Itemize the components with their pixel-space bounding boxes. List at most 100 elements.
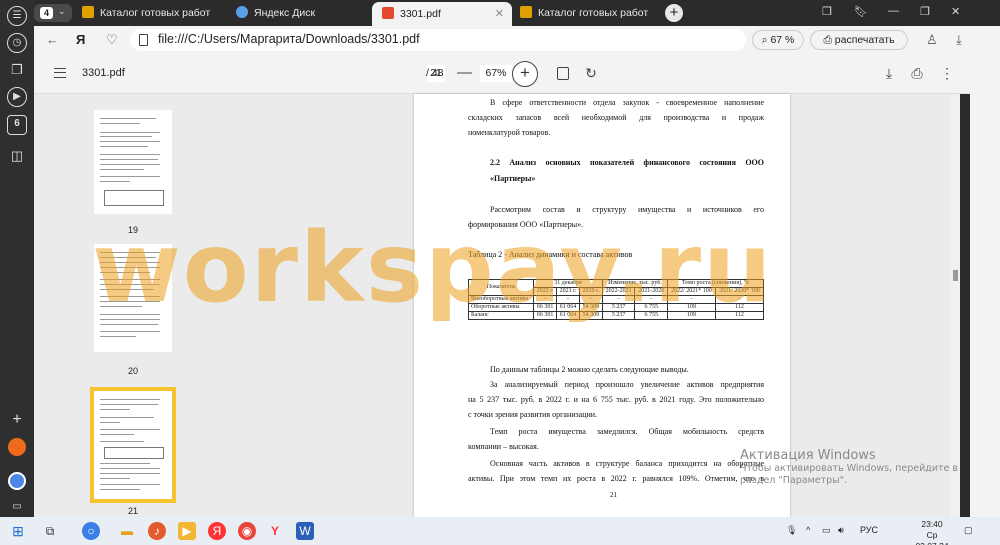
tab-count-button[interactable]: 4 ⌄: [34, 4, 72, 22]
messenger-icon[interactable]: [8, 472, 26, 490]
thumbnail-page-number: 19: [127, 225, 138, 235]
table-header: Темп роста (снижения), %: [667, 279, 764, 288]
chevron-down-icon: ⌄: [58, 6, 66, 16]
tabs-manager-icon[interactable]: ❐: [822, 5, 832, 18]
bookmark-add-icon[interactable]: ♡: [106, 32, 118, 48]
tab-catalog-1[interactable]: Каталог готовых работ: [82, 3, 222, 23]
close-window-icon[interactable]: ✕: [951, 5, 960, 18]
maximize-icon[interactable]: ❐: [920, 5, 930, 18]
table-header: 2021/ 2020* 100: [714, 287, 765, 296]
table-header: Показатель: [467, 279, 535, 296]
folder-icon[interactable]: ▬: [118, 522, 136, 540]
rotate-icon[interactable]: ↻: [582, 64, 600, 82]
screenshot-icon[interactable]: ◫: [7, 146, 27, 166]
downloads-icon[interactable]: ⤓: [956, 32, 962, 48]
paragraph-line: на 5 237 тыс. руб. в 2022 г. и на 6 755 …: [468, 395, 764, 404]
tab-pdf[interactable]: 3301.pdf ✕: [372, 2, 512, 26]
download-icon[interactable]: ⤓: [880, 64, 898, 82]
fit-page-icon[interactable]: [557, 67, 569, 80]
page-thumbnail[interactable]: [94, 110, 172, 214]
pdf-favicon: [382, 7, 394, 19]
collections-icon[interactable]: ❐: [7, 60, 27, 80]
disk-favicon: [236, 6, 248, 18]
clock-time: 23:40: [921, 519, 943, 529]
paragraph-line: с точки зрения развития организации.: [468, 410, 598, 419]
clock-date: Ср 03.07.24: [915, 530, 948, 545]
tab-count: 4: [40, 7, 53, 19]
tab-catalog-2[interactable]: Каталог готовых работ: [520, 3, 660, 23]
paragraph-line: В сфере ответственности отдела закупок -…: [490, 98, 764, 107]
print-icon[interactable]: ⎙: [908, 64, 926, 82]
zoom-chip[interactable]: ⌕ 67 %: [752, 30, 804, 50]
network-icon[interactable]: ▭: [822, 525, 831, 536]
tab-title: Каталог готовых работ: [538, 7, 649, 19]
table-header: 2020 г.: [578, 287, 603, 296]
collapse-panel-icon[interactable]: ▭: [7, 497, 27, 517]
page-thumbnail[interactable]: [94, 244, 172, 352]
volume-icon[interactable]: 🔊︎: [838, 525, 844, 536]
back-icon[interactable]: ←: [46, 32, 59, 47]
zoom-out-button[interactable]: —: [457, 64, 472, 81]
paragraph-line: Рассмотрим состав и структуру имущества …: [490, 205, 764, 214]
yandex-logo-icon[interactable]: Я: [76, 32, 85, 47]
media-icon[interactable]: ▶: [178, 522, 196, 540]
history-icon[interactable]: ◷: [7, 33, 27, 53]
yandex-app-icon[interactable]: Y: [266, 522, 284, 540]
section-heading: 2.2 Анализ основных показателей финансов…: [490, 158, 764, 167]
section-heading: «Партнеры»: [490, 174, 536, 183]
add-panel-icon[interactable]: +: [7, 410, 27, 430]
minimize-icon[interactable]: —: [888, 5, 899, 17]
windows-start-icon[interactable]: ⊞: [9, 522, 27, 540]
zoom-input[interactable]: 67%: [480, 65, 512, 82]
clock[interactable]: 23:40 Ср 03.07.24: [912, 519, 952, 545]
print-chip[interactable]: ⎙ распечатать: [810, 30, 908, 50]
bookmark-icon[interactable]: 🔖︎: [854, 5, 868, 18]
address-bar[interactable]: file:///C:/Users/Маргарита/Downloads/330…: [130, 29, 746, 51]
tab-title: Каталог готовых работ: [100, 7, 211, 19]
pdf-page: В сфере ответственности отдела закупок -…: [414, 94, 790, 517]
microphone-icon[interactable]: 🎙︎: [786, 525, 797, 536]
tab-title: 3301.pdf: [400, 8, 441, 20]
scrollbar-thumb[interactable]: [953, 270, 958, 281]
tray-expand-icon[interactable]: ^: [806, 525, 810, 535]
paragraph-line: компании – высокая.: [468, 442, 539, 451]
yandex-browser-icon[interactable]: Я: [208, 522, 226, 540]
paragraph-line: формирования ООО «Партнеры».: [468, 220, 584, 229]
close-tab-icon[interactable]: ✕: [495, 2, 504, 26]
paragraph-line: Основная часть активов в структуре балан…: [490, 459, 764, 468]
zoom-chip-value: 67 %: [770, 34, 795, 46]
app-icon[interactable]: ◉: [238, 522, 256, 540]
file-icon: [139, 34, 148, 46]
task-view-icon[interactable]: ⧉: [41, 522, 59, 540]
paragraph-line: По данным таблицы 2 можно сделать следую…: [490, 365, 689, 374]
table-header: 2022/ 2021* 100: [667, 287, 716, 296]
thumbnail-page-number: 21: [127, 506, 138, 516]
yandex-music-icon[interactable]: ♪: [148, 522, 166, 540]
menu-icon[interactable]: [54, 68, 66, 78]
language-indicator[interactable]: РУС: [860, 525, 878, 535]
alice-icon[interactable]: [8, 438, 26, 456]
yandex-menu-icon[interactable]: ☰: [7, 6, 27, 26]
zoom-in-button[interactable]: +: [512, 61, 538, 87]
table-row: Внеоборотные активы - - - - - - -: [467, 295, 765, 304]
notifications-icon[interactable]: ▢: [964, 525, 973, 536]
table-header: 2021-2020: [634, 287, 668, 296]
paragraph-line: За анализируемый период произошло увелич…: [490, 380, 764, 389]
tab-yandex-disk[interactable]: Яндекс Диск: [236, 3, 366, 23]
page-number: 21: [610, 491, 617, 499]
page-thumbnail-selected[interactable]: [90, 387, 176, 503]
word-icon[interactable]: W: [296, 522, 314, 540]
new-tab-button[interactable]: +: [665, 4, 683, 22]
table-header: 31 декабря: [533, 279, 603, 288]
video-icon[interactable]: ▶: [7, 87, 27, 107]
table-header: 2022 г.: [533, 287, 558, 296]
navigation-bar: ← Я ♡ file:///C:/Users/Маргарита/Downloa…: [34, 26, 1000, 54]
vertical-scrollbar[interactable]: [950, 94, 960, 517]
more-options-icon[interactable]: ⋮: [938, 64, 956, 82]
messenger-app-icon[interactable]: ○: [82, 522, 100, 540]
pdf-toolbar: 3301.pdf 21 / 48 — 67% + ↻ ⤓ ⎙ ⋮: [34, 54, 970, 94]
count-badge-icon[interactable]: 6: [7, 115, 27, 135]
reader-mode-icon[interactable]: ♙: [926, 32, 938, 48]
printer-icon: ⎙: [823, 34, 835, 46]
pdf-filename: 3301.pdf: [82, 67, 125, 79]
